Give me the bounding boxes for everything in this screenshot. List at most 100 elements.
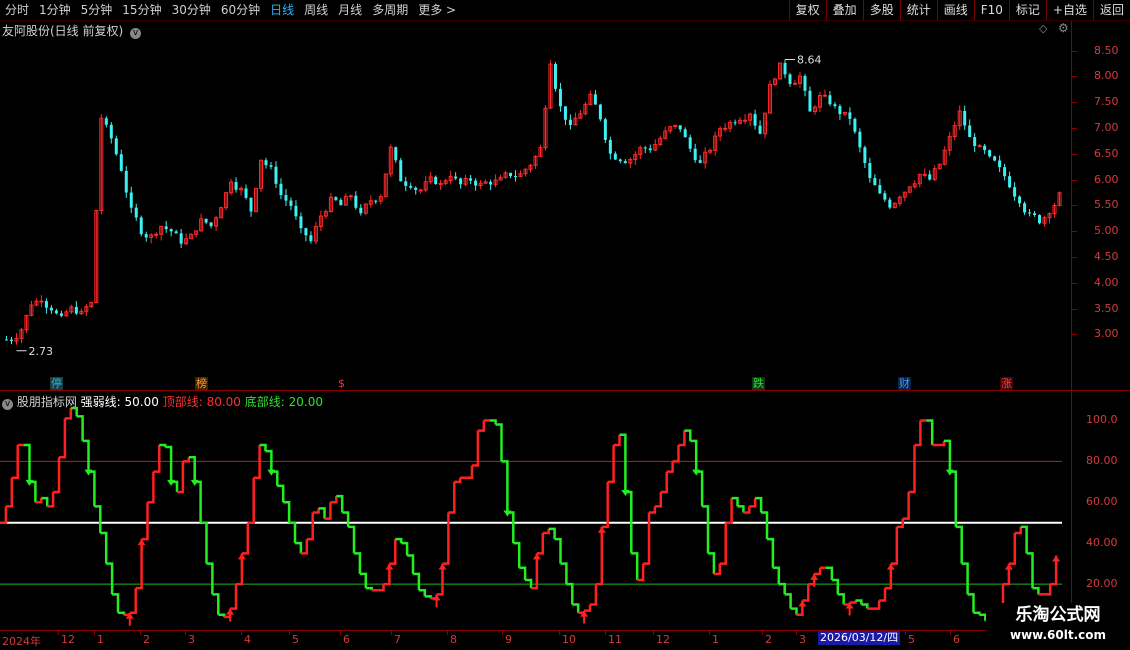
candle: [94, 209, 99, 303]
candle: [822, 89, 827, 97]
candle: [928, 170, 932, 181]
toolbar-button-2[interactable]: 多股: [862, 0, 900, 20]
indicator-segment: [100, 531, 108, 564]
candle: [808, 86, 812, 112]
period-tab-9[interactable]: 多周期: [367, 2, 413, 18]
candle: [478, 179, 483, 189]
sell-arrow: [692, 462, 701, 476]
period-tab-3[interactable]: 15分钟: [117, 2, 166, 18]
candle: [778, 62, 783, 80]
candle: [164, 220, 168, 233]
toolbar-button-4[interactable]: 画线: [936, 0, 974, 20]
candle: [608, 136, 612, 160]
candlestick-chart[interactable]: 8.64 2.73: [0, 20, 1072, 390]
candle: [688, 134, 692, 153]
sell-arrow: [190, 472, 199, 486]
candle: [733, 119, 737, 126]
toolbar-button-7[interactable]: +自选: [1045, 0, 1093, 20]
period-tab-6[interactable]: 日线: [265, 2, 299, 18]
candle: [658, 135, 663, 146]
candle: [219, 206, 224, 219]
period-tab-5[interactable]: 60分钟: [216, 2, 265, 18]
watermark: 乐淘公式网 www.60lt.com: [986, 603, 1130, 647]
toolbar-button-8[interactable]: 返回: [1092, 0, 1130, 20]
candle: [932, 165, 937, 182]
price-tick-label: 8.00: [1094, 69, 1119, 83]
time-tick: [447, 630, 448, 635]
indicator-segment: [424, 595, 432, 599]
period-tab-10[interactable]: 更多 >: [413, 2, 461, 18]
period-tab-0[interactable]: 分时: [0, 2, 34, 18]
price-tick-label: 5.00: [1094, 224, 1119, 238]
event-marker[interactable]: 榜: [195, 377, 208, 390]
candle: [284, 189, 288, 207]
period-tab-8[interactable]: 月线: [333, 2, 367, 18]
watermark-title: 乐淘公式网: [1015, 605, 1101, 625]
candle: [728, 120, 733, 133]
candle: [309, 231, 313, 244]
event-marker[interactable]: 涨: [1000, 377, 1013, 390]
period-tab-2[interactable]: 5分钟: [76, 2, 118, 18]
indicator-segment: [59, 418, 67, 459]
candle: [573, 112, 578, 126]
period-tab-1[interactable]: 1分钟: [34, 2, 76, 18]
time-tick: [653, 630, 654, 635]
indicator-segment: [914, 420, 922, 447]
toolbar-button-1[interactable]: 叠加: [825, 0, 863, 20]
indicator-segment: [454, 477, 462, 484]
candle: [1052, 202, 1057, 218]
candle: [518, 170, 523, 177]
indicator-segment: [312, 508, 320, 514]
candle: [788, 72, 792, 87]
candle: [323, 209, 328, 219]
candle: [244, 184, 248, 200]
candle: [718, 126, 723, 141]
period-tab-7[interactable]: 周线: [299, 2, 333, 18]
candle: [588, 90, 593, 106]
candle: [474, 178, 478, 191]
indicator-chart[interactable]: [0, 392, 1072, 630]
candle: [423, 175, 428, 193]
candle: [509, 172, 513, 179]
indicator-segment: [767, 537, 775, 568]
event-marker[interactable]: $: [337, 377, 346, 390]
candle: [633, 151, 638, 166]
indicator-segment: [542, 528, 550, 535]
candle: [758, 120, 762, 135]
indicator-segment: [890, 526, 899, 565]
candle: [269, 161, 273, 170]
candle: [294, 200, 298, 220]
candle: [892, 202, 897, 209]
candle: [129, 186, 133, 213]
indicator-segment: [778, 582, 786, 595]
candle: [234, 177, 238, 193]
time-axis-label: 1: [97, 633, 104, 646]
period-tab-4[interactable]: 30分钟: [167, 2, 216, 18]
time-axis-top-border: [0, 630, 1130, 631]
toolbar-button-6[interactable]: 标记: [1008, 0, 1046, 20]
indicator-segment: [678, 430, 686, 447]
indicator-tick-label: 20.00: [1086, 577, 1118, 591]
candle: [628, 157, 633, 169]
candle: [763, 112, 768, 139]
time-tick: [340, 630, 341, 635]
side-panel-edge[interactable]: [1116, 21, 1130, 371]
candle: [14, 332, 19, 345]
price-tick: [1071, 256, 1077, 258]
event-marker[interactable]: 财: [898, 377, 911, 390]
toolbar-button-0[interactable]: 复权: [788, 0, 826, 20]
indicator-segment: [949, 470, 958, 527]
indicator-segment: [584, 604, 592, 612]
event-marker[interactable]: 跌: [752, 377, 765, 390]
event-marker[interactable]: 停: [50, 377, 63, 390]
indicator-segment: [749, 498, 757, 508]
candle: [968, 119, 972, 138]
candle: [64, 309, 69, 317]
candle: [313, 221, 318, 245]
toolbar-button-5[interactable]: F10: [973, 0, 1009, 20]
indicator-segment: [572, 603, 580, 613]
indicator-segment: [389, 539, 397, 565]
candle: [409, 182, 413, 190]
candle: [249, 197, 253, 217]
toolbar-button-3[interactable]: 统计: [899, 0, 937, 20]
